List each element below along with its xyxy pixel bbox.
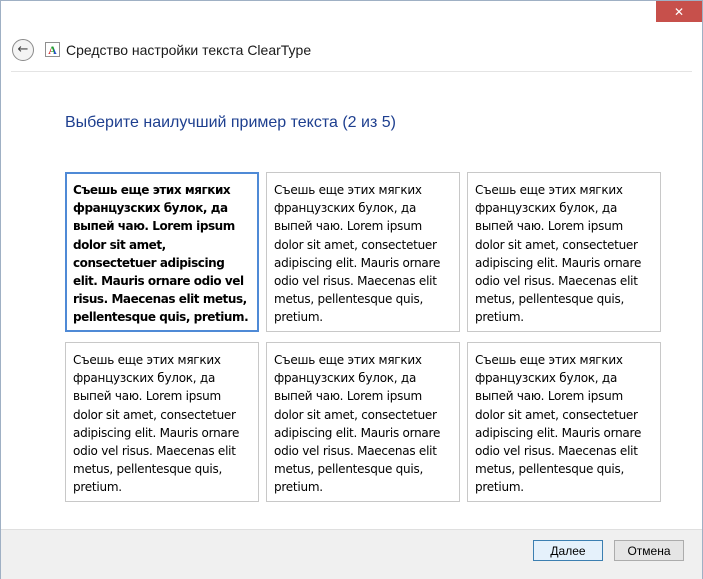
window-title: Средство настройки текста ClearType [66, 42, 312, 58]
text-sample-1[interactable]: Съешь еще этих мягких французских булок,… [65, 172, 259, 332]
back-button[interactable]: ← [12, 39, 34, 61]
wizard-content: Выберите наилучший пример текста (2 из 5… [11, 71, 692, 530]
text-sample-3[interactable]: Съешь еще этих мягких французских булок,… [467, 172, 661, 332]
cleartype-tuner-window: ✕ ← A Средство настройки текста ClearTyp… [0, 0, 703, 579]
sample-text: Съешь еще этих мягких французских булок,… [475, 353, 642, 495]
text-sample-2[interactable]: Съешь еще этих мягких французских булок,… [266, 172, 460, 332]
app-icon-letter: A [48, 42, 57, 57]
text-sample-4[interactable]: Съешь еще этих мягких французских булок,… [65, 342, 259, 502]
cleartype-app-icon: A [45, 42, 60, 57]
sample-text: Съешь еще этих мягких французских булок,… [274, 183, 441, 325]
sample-text: Съешь еще этих мягких французских булок,… [274, 353, 441, 495]
arrow-left-icon: ← [17, 42, 29, 57]
next-button[interactable]: Далее [533, 540, 603, 561]
close-button[interactable]: ✕ [656, 1, 702, 22]
wizard-header: ← A Средство настройки текста ClearType [1, 29, 702, 71]
sample-text: Съешь еще этих мягких французских булок,… [475, 183, 642, 325]
close-icon: ✕ [673, 4, 685, 19]
instruction-heading: Выберите наилучший пример текста (2 из 5… [65, 114, 396, 131]
text-sample-5[interactable]: Съешь еще этих мягких французских булок,… [266, 342, 460, 502]
cancel-button[interactable]: Отмена [614, 540, 684, 561]
sample-text: Съешь еще этих мягких французских булок,… [73, 353, 240, 495]
button-bar: Далее Отмена [1, 529, 702, 579]
text-sample-6[interactable]: Съешь еще этих мягких французских булок,… [467, 342, 661, 502]
sample-text: Съешь еще этих мягких французских булок,… [73, 183, 249, 325]
title-bar[interactable]: ✕ [1, 1, 702, 29]
